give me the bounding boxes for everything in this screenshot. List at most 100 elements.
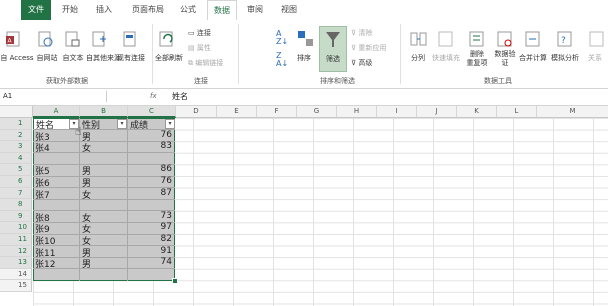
sort-asc-icon[interactable]: A Z↓ [276,30,288,46]
advanced-filter-button[interactable]: ⊽ 高级 [351,58,372,68]
tab-review[interactable]: 审阅 [243,0,267,20]
web-icon [38,31,53,47]
remove-duplicates-label-1: 删除 [470,50,484,58]
column-header-c[interactable]: C [128,106,176,118]
cell-score[interactable]: 74 [128,257,172,267]
what-if-analysis-button[interactable]: 模拟分析 [548,54,582,63]
tab-view[interactable]: 视图 [277,0,301,20]
consolidate-button[interactable]: 合并计算 [518,54,548,63]
clear-filter-label: 清除 [358,29,373,37]
column-header-m[interactable]: M [537,106,608,118]
cell-score[interactable]: 82 [128,234,172,244]
column-header-b[interactable]: B [80,106,128,118]
from-other-sources-button[interactable]: 自其他来源 [86,54,121,63]
column-header-k[interactable]: K [457,106,497,118]
text-to-columns-button[interactable]: 分列 [406,54,430,63]
flash-fill-button[interactable]: 快速填充 [430,54,462,63]
column-header-l[interactable]: L [497,106,537,118]
connections-label: 连接 [196,29,211,37]
cell-score[interactable]: 86 [128,164,172,174]
edit-links-button[interactable]: ⧉ 编辑链接 [188,58,223,68]
refresh-all-icon [159,31,173,47]
cell-score[interactable]: 97 [128,222,172,232]
row-header[interactable]: 14 [0,268,32,281]
cell-score[interactable]: 83 [128,141,172,151]
column-header-j[interactable]: J [417,106,457,118]
fill-handle[interactable] [172,278,178,284]
cell-score[interactable]: 76 [128,176,172,186]
cell-name[interactable]: 张12 [35,257,55,270]
cell-name[interactable]: 张7 [35,188,50,201]
cell-gender[interactable]: 男 [82,257,91,270]
column-header-f[interactable]: F [257,106,297,118]
row-header[interactable]: 9 [0,210,32,223]
funnel-icon [326,32,340,47]
tab-data[interactable]: 数据 [207,0,237,21]
cell-score[interactable]: 87 [128,188,172,198]
ribbon-separator [400,24,401,84]
from-text-button[interactable]: 自文本 [60,54,86,63]
sort-icon [298,31,313,46]
column-header-d[interactable]: D [176,106,217,118]
row-header[interactable]: 12 [0,245,32,258]
select-all-corner[interactable] [0,106,33,118]
row-header[interactable]: 7 [0,187,32,200]
row-header[interactable]: 10 [0,222,32,234]
column-header-g[interactable]: G [297,106,337,118]
row-header[interactable]: 5 [0,164,32,176]
cell-score[interactable]: 91 [128,246,172,256]
ribbon-tabs: 文件 开始 插入 页面布局 公式 数据 审阅 视图 [0,0,608,21]
sort-desc-icon[interactable]: Z A↓ [276,52,288,68]
cell-score[interactable]: 73 [128,211,172,221]
cell-border [33,152,175,153]
relationships-button[interactable]: 关系 [584,54,606,63]
column-header-h[interactable]: H [337,106,377,118]
filter-button[interactable]: 筛选 [319,26,347,72]
row-header[interactable]: 13 [0,257,32,269]
edit-links-label: 编辑链接 [195,59,224,67]
filter-dropdown-icon[interactable]: ▾ [165,119,175,129]
formula-content[interactable]: 姓名 [172,91,188,102]
cell-gender[interactable]: 女 [82,141,91,154]
tab-home[interactable]: 开始 [58,0,82,20]
row-header[interactable]: 2 [0,129,32,142]
column-header-e[interactable]: E [217,106,257,118]
existing-connections-button[interactable]: 现有连接 [116,54,146,63]
cell-name[interactable]: 张4 [35,141,50,154]
column-header-i[interactable]: I [377,106,417,118]
row-header[interactable]: 3 [0,141,32,153]
properties-button[interactable]: ▤ 属性 [188,43,211,53]
filter-dropdown-icon[interactable]: ▾ [117,119,127,129]
row-header[interactable]: 1 [0,118,32,130]
cell-gender[interactable]: 女 [82,188,91,201]
refresh-all-button[interactable]: 全部刷新 [154,54,184,63]
connections-icon: ▭ [188,29,195,37]
consolidate-icon [525,31,540,47]
row-header[interactable]: 8 [0,199,32,211]
cell-score[interactable]: 76 [128,130,172,140]
tab-formulas[interactable]: 公式 [176,0,200,20]
from-access-button[interactable]: 自 Access [0,54,34,63]
data-validation-label-2: 证 [501,59,509,67]
tab-file[interactable]: 文件 [21,0,51,20]
tab-page-layout[interactable]: 页面布局 [128,0,168,20]
tab-insert[interactable]: 插入 [92,0,116,20]
fx-icon[interactable]: fx [150,91,157,102]
group-label-data-tools: 数据工具 [484,77,512,85]
connections-button[interactable]: ▭ 连接 [188,28,211,38]
data-validation-button[interactable]: 数据验证 [492,50,518,68]
name-box[interactable]: A1 [3,91,103,102]
properties-icon: ▤ [188,44,195,52]
row-header[interactable]: 11 [0,234,32,246]
from-web-button[interactable]: 自网站 [34,54,60,63]
mouse-cursor-icon: ☝ [75,125,82,138]
reapply-button[interactable]: ⊽ 重新应用 [351,43,386,53]
column-header-a[interactable]: A [33,106,80,118]
sort-button[interactable]: 排序 [292,54,316,63]
row-header[interactable]: 6 [0,176,32,188]
row-header[interactable]: 15 [0,280,32,292]
clear-filter-button[interactable]: ⊽ 清除 [351,28,372,38]
clear-filter-icon: ⊽ [351,29,357,37]
row-header[interactable]: 4 [0,152,32,165]
remove-duplicates-button[interactable]: 删除 重复项 [464,50,490,68]
